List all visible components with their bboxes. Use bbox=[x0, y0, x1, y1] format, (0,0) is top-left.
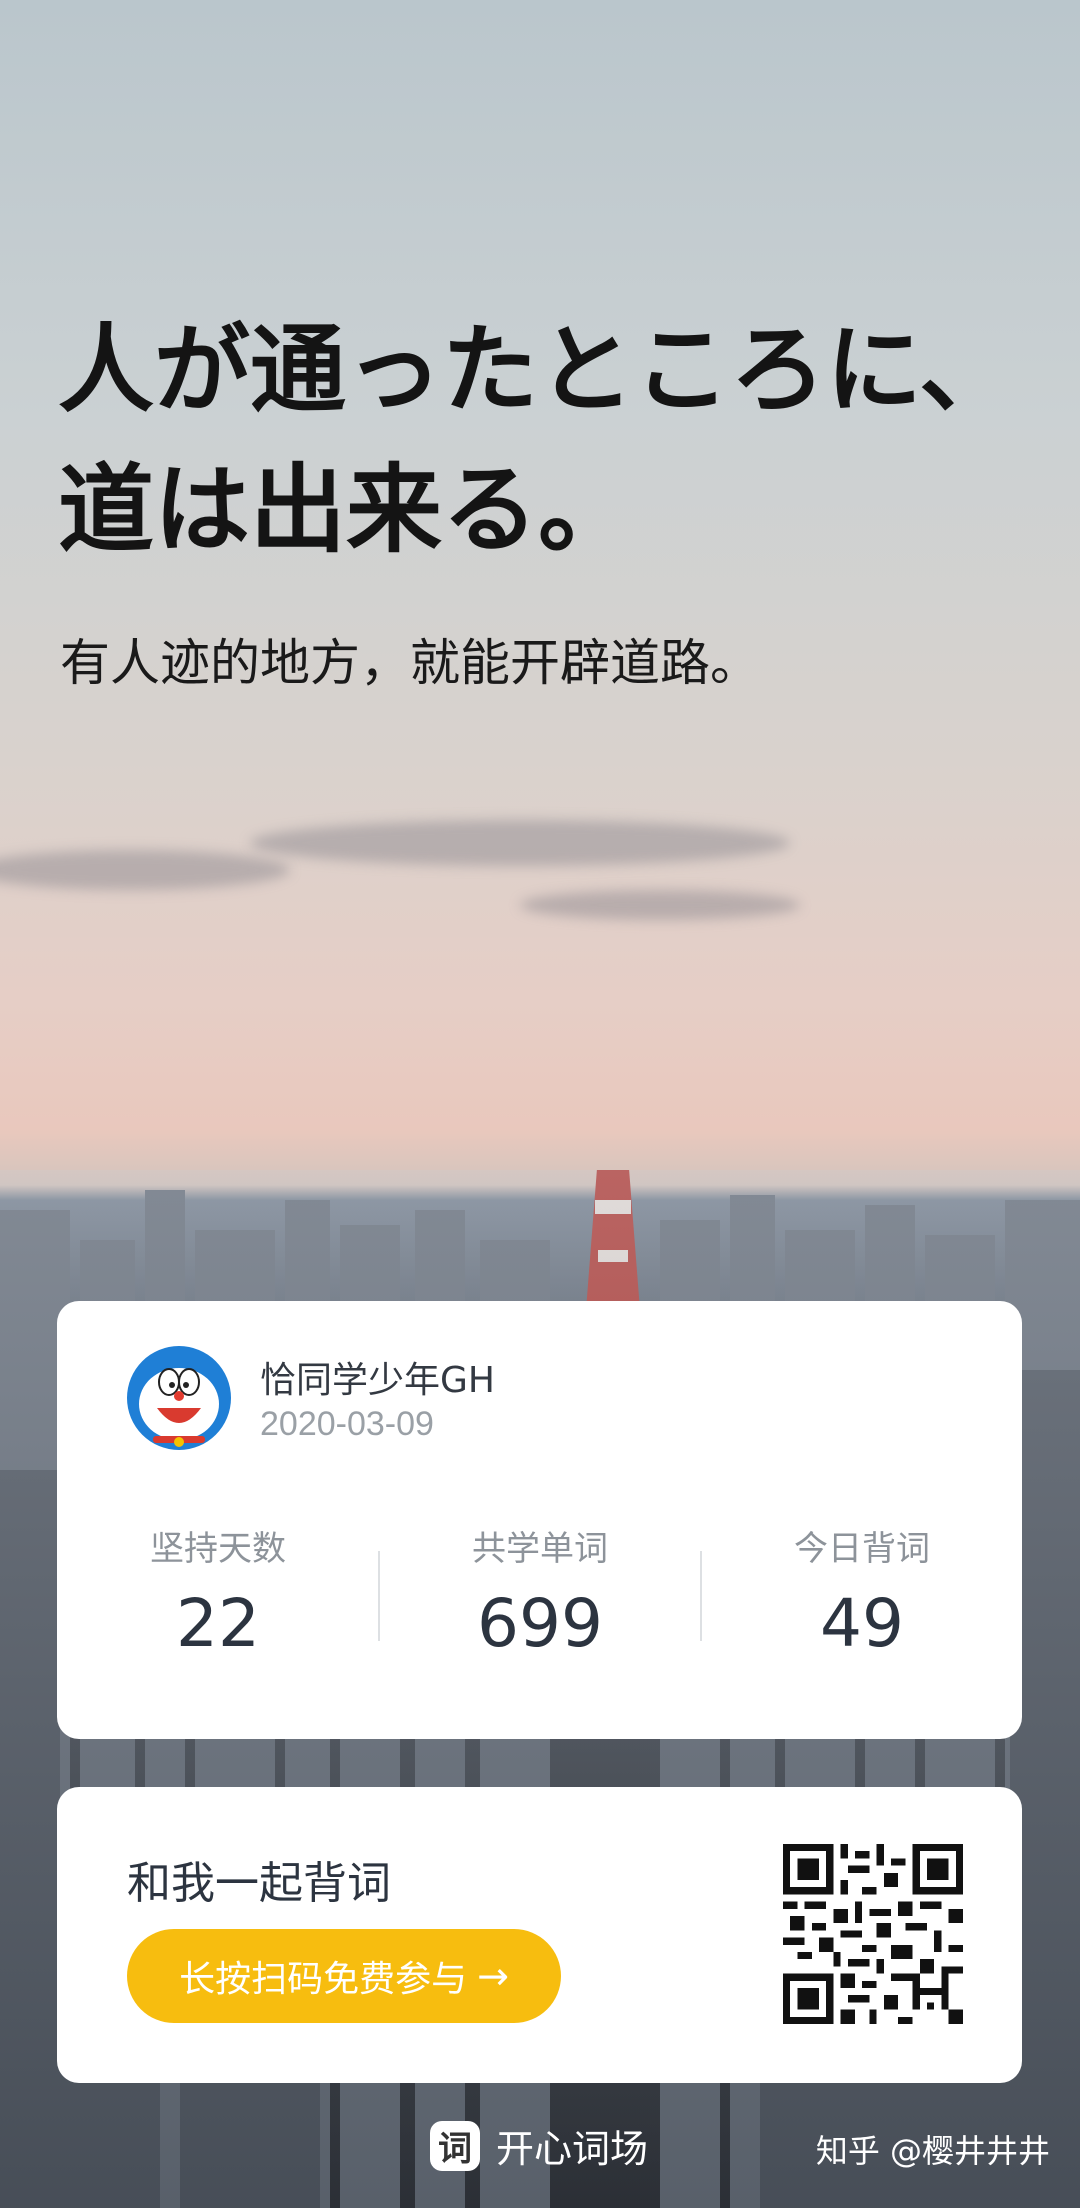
arrow-right-icon: → bbox=[477, 1954, 509, 1998]
hero-subline: 有人迹的地方，就能开辟道路。 bbox=[60, 634, 760, 692]
stats-card: 恰同学少年GH 2020-03-09 坚持天数 22 共学单词 699 今日背词… bbox=[57, 1301, 1022, 1739]
qr-code-icon[interactable] bbox=[783, 1844, 963, 2024]
stat-label: 坚持天数 bbox=[150, 1529, 286, 1569]
invite-card: 和我一起背词 长按扫码免费参与 → bbox=[57, 1787, 1022, 2083]
stat-words: 共学单词 699 bbox=[379, 1529, 701, 1661]
stat-label: 共学单词 bbox=[472, 1529, 608, 1569]
footer: 词 开心词场 知乎 @樱井井井 bbox=[0, 2118, 1080, 2178]
stat-value: 49 bbox=[820, 1585, 904, 1662]
stat-value: 699 bbox=[477, 1585, 603, 1662]
stat-value: 22 bbox=[176, 1585, 260, 1662]
hero-headline: 人が通ったところに、 道は出来る。 bbox=[58, 300, 1058, 580]
cloud-decor bbox=[520, 890, 800, 920]
app-logo-icon: 词 bbox=[430, 2120, 480, 2171]
invite-title: 和我一起背词 bbox=[127, 1858, 391, 1909]
cloud-decor bbox=[250, 820, 790, 866]
stat-label: 今日背词 bbox=[794, 1529, 930, 1569]
source-watermark: 知乎 @樱井井井 bbox=[815, 2132, 1050, 2170]
checkin-date: 2020-03-09 bbox=[260, 1405, 434, 1443]
join-free-label: 长按扫码免费参与 bbox=[179, 1959, 468, 2000]
hero-headline-line2: 道は出来る。 bbox=[58, 454, 634, 566]
brand-name: 开心词场 bbox=[496, 2127, 649, 2171]
hero-headline-line1: 人が通ったところに、 bbox=[58, 314, 1016, 426]
doraemon-avatar-icon bbox=[127, 1346, 231, 1450]
stat-today: 今日背词 49 bbox=[701, 1529, 1023, 1661]
join-free-button[interactable]: 长按扫码免费参与 → bbox=[127, 1929, 561, 2023]
cloud-decor bbox=[0, 850, 290, 890]
brand: 词 开心词场 bbox=[430, 2118, 648, 2173]
stat-days: 坚持天数 22 bbox=[57, 1529, 379, 1661]
username: 恰同学少年GH bbox=[260, 1360, 495, 1401]
